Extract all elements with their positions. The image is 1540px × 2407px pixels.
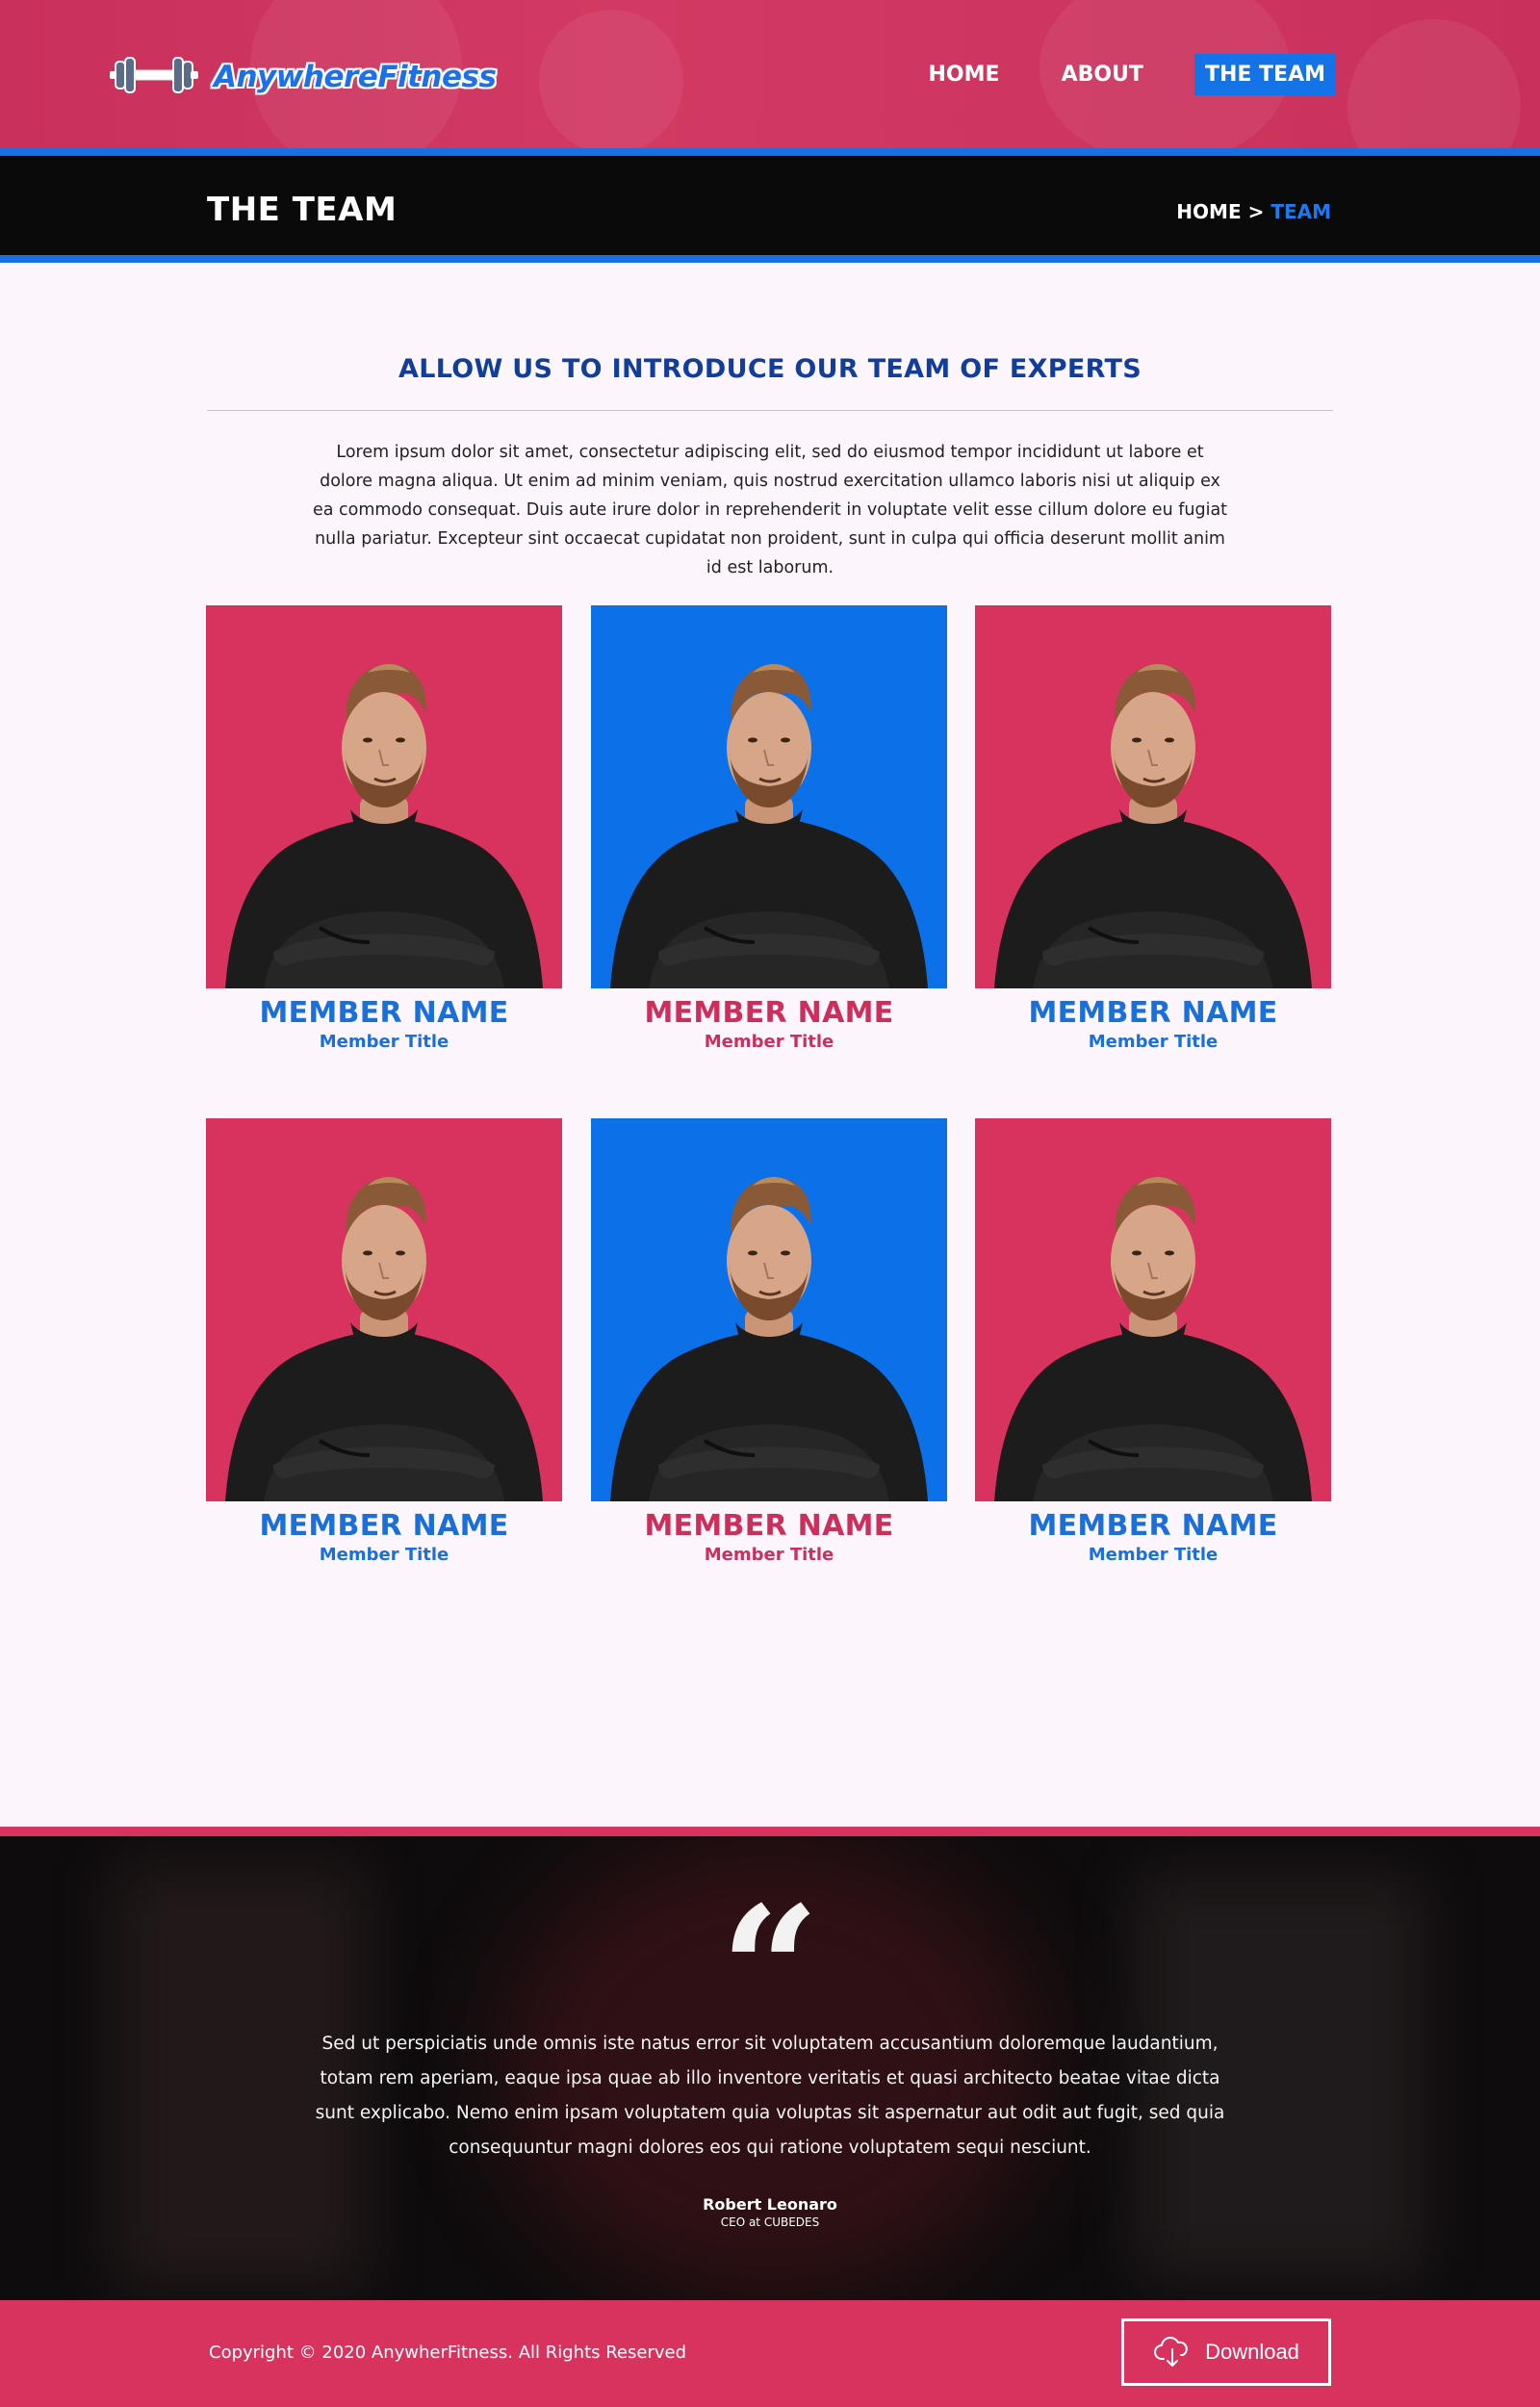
member-name: MEMBER NAME: [259, 996, 509, 1030]
team-member-card[interactable]: MEMBER NAME Member Title: [206, 1118, 562, 1565]
member-name: MEMBER NAME: [1028, 996, 1278, 1030]
member-title: Member Title: [319, 1545, 449, 1565]
header-divider: [0, 148, 1540, 156]
member-title: Member Title: [704, 1545, 834, 1565]
team-member-card[interactable]: MEMBER NAME Member Title: [591, 1118, 947, 1565]
member-photo: [591, 1118, 947, 1501]
team-member-card[interactable]: MEMBER NAME Member Title: [975, 605, 1331, 1052]
member-name: MEMBER NAME: [644, 1509, 894, 1543]
member-photo: [206, 605, 562, 988]
header-bokeh: [539, 10, 683, 148]
breadcrumb-home[interactable]: HOME: [1176, 200, 1241, 223]
copyright-text: Copyright © 2020 AnywherFitness. All Rig…: [209, 2343, 687, 2363]
team-member-card[interactable]: MEMBER NAME Member Title: [206, 605, 562, 1052]
testimonial-top-border: [0, 1827, 1540, 1836]
site-header: AnywhereFitness HOME ABOUT THE TEAM: [0, 0, 1540, 148]
page-title: THE TEAM: [207, 191, 398, 229]
member-name: MEMBER NAME: [1028, 1509, 1278, 1543]
cloud-download-icon: [1153, 2336, 1192, 2369]
section-divider: [207, 410, 1333, 411]
site-footer: Copyright © 2020 AnywherFitness. All Rig…: [0, 2300, 1540, 2407]
member-photo: [975, 1118, 1331, 1501]
nav-the-team[interactable]: THE TEAM: [1194, 54, 1336, 95]
download-label: Download: [1205, 2340, 1299, 2364]
member-name: MEMBER NAME: [259, 1509, 509, 1543]
title-bar-divider: [0, 255, 1540, 263]
testimonial-author-role: CEO at CUBEDES: [720, 2215, 820, 2229]
download-button[interactable]: Download: [1121, 2318, 1331, 2386]
member-title: Member Title: [1088, 1545, 1219, 1565]
main-nav: HOME ABOUT THE TEAM: [878, 54, 1336, 95]
nav-about[interactable]: ABOUT: [1051, 54, 1154, 95]
logo-text: AnywhereFitness: [214, 60, 497, 94]
intro-paragraph: Lorem ipsum dolor sit amet, consectetur …: [312, 443, 1228, 577]
team-member-card[interactable]: MEMBER NAME Member Title: [975, 1118, 1331, 1565]
dumbbell-icon: [108, 52, 200, 102]
member-title: Member Title: [319, 1032, 449, 1052]
member-title: Member Title: [704, 1032, 834, 1052]
testimonial-author: Robert Leonaro: [703, 2195, 837, 2214]
testimonial-text: Sed ut perspiciatis unde omnis iste natu…: [315, 2034, 1225, 2158]
team-member-card[interactable]: MEMBER NAME Member Title: [591, 605, 947, 1052]
member-photo: [591, 605, 947, 988]
breadcrumb-current: TEAM: [1270, 200, 1331, 223]
member-name: MEMBER NAME: [644, 996, 894, 1030]
nav-home[interactable]: HOME: [918, 54, 1011, 95]
member-photo: [206, 1118, 562, 1501]
breadcrumb: HOME > TEAM: [1176, 200, 1331, 223]
logo-link[interactable]: AnywhereFitness: [108, 52, 497, 102]
section-heading: ALLOW US TO INTRODUCE OUR TEAM OF EXPERT…: [398, 354, 1142, 384]
breadcrumb-separator: >: [1247, 200, 1265, 223]
member-photo: [975, 605, 1331, 988]
header-bokeh: [1348, 19, 1521, 148]
member-title: Member Title: [1088, 1032, 1219, 1052]
